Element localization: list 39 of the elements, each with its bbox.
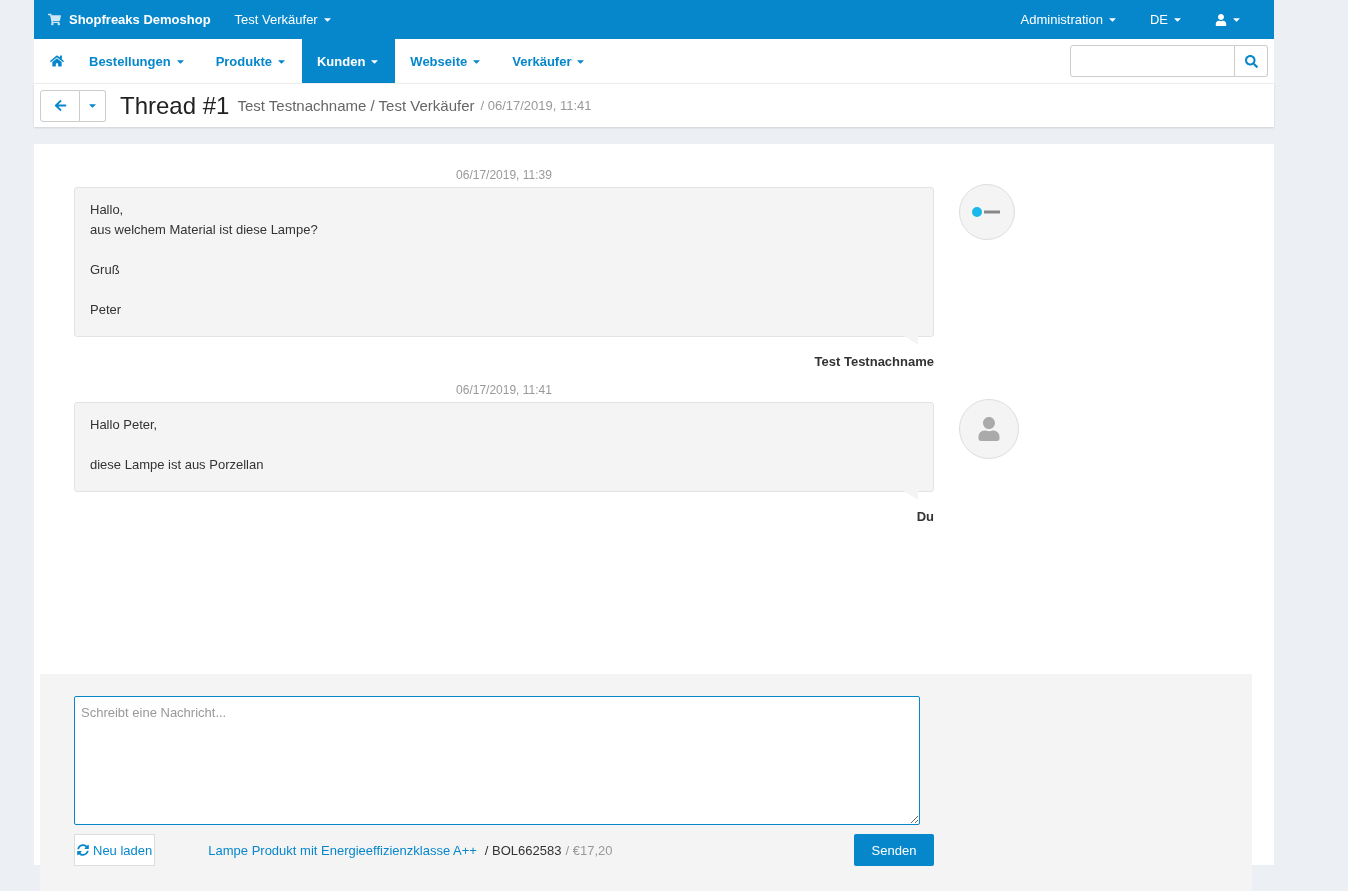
person-icon: [977, 417, 1001, 441]
user-icon: [1215, 13, 1227, 26]
message-text: Hallo Peter,: [90, 416, 159, 434]
nav-tab[interactable]: Kunden: [301, 39, 396, 83]
brand-name[interactable]: Shopfreaks Demoshop: [69, 12, 211, 27]
nav-tab[interactable]: Bestellungen: [74, 39, 201, 83]
sender-name: Test Testnachname: [813, 354, 934, 369]
logo-icon: [972, 207, 1002, 217]
message-text: diese Lampe ist aus Porzellan: [90, 456, 265, 474]
thread-date: / 06/17/2019, 11:41: [480, 98, 592, 113]
product-link[interactable]: Lampe Produkt mit Energieeffizienzklasse A++: [208, 842, 477, 858]
thread-participants: Test Testnachname / Test Verkäufer: [237, 97, 475, 114]
nav-tab[interactable]: Produkte: [200, 39, 302, 83]
send-button[interactable]: Senden: [854, 834, 934, 866]
message-text: Peter: [90, 301, 123, 319]
product-sku: / BOL662583: [484, 842, 562, 858]
home-icon: [50, 54, 64, 68]
top-menu[interactable]: DE: [1149, 12, 1183, 27]
reload-button[interactable]: Neu laden: [74, 834, 156, 866]
thread-title: Thread #1: [120, 91, 230, 120]
message-input[interactable]: Schreibt eine Nachricht...: [74, 696, 920, 825]
message-text: Hallo, aus welchem Material ist diese Lampe?: [90, 201, 319, 239]
vendor-menu[interactable]: Test Verkäufer: [234, 12, 333, 27]
refresh-icon: [77, 844, 89, 856]
message-time: 06/17/2019, 11:39: [455, 168, 553, 182]
sender-name: Du: [915, 509, 934, 524]
search-button[interactable]: [1235, 45, 1268, 77]
top-menu[interactable]: Administration: [1020, 12, 1118, 27]
message-text: Gruß: [90, 261, 121, 279]
message-time: 06/17/2019, 11:41: [455, 383, 553, 397]
search-icon: [1244, 54, 1258, 68]
cart-icon: [48, 13, 61, 26]
arrow-left-icon: [53, 99, 67, 112]
nav-tab[interactable]: Webseite: [395, 39, 498, 83]
user-menu[interactable]: [1215, 13, 1242, 26]
product-price: / €17,20: [565, 842, 613, 858]
nav-tab[interactable]: Verkäufer: [497, 39, 602, 83]
back-button[interactable]: [40, 89, 80, 122]
search-field[interactable]: [1070, 45, 1235, 77]
